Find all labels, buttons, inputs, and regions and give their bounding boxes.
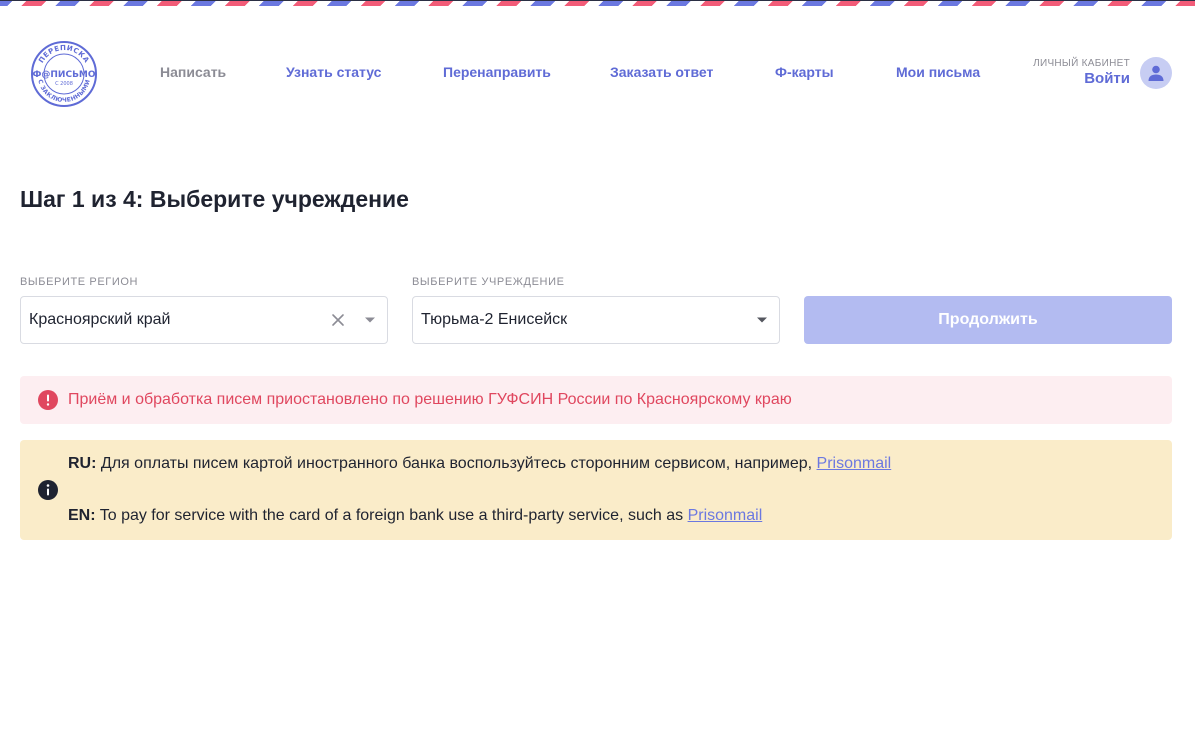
- caret-down-icon: [365, 317, 375, 323]
- airmail-border: [0, 0, 1195, 6]
- nav-redirect[interactable]: Перенаправить: [443, 64, 551, 80]
- institution-select-value: Тюрьма-2 Енисейск: [421, 311, 568, 328]
- account-block: ЛИЧНЫЙ КАБИНЕТ Войти: [1033, 56, 1172, 90]
- institution-dropdown-toggle[interactable]: [747, 307, 777, 333]
- prisonmail-link-en[interactable]: Prisonmail: [688, 507, 763, 524]
- info-alert: RU: Для оплаты писем картой иностранного…: [20, 440, 1172, 540]
- user-icon: [1148, 65, 1164, 81]
- info-en-text: To pay for service with the card of a fo…: [95, 507, 688, 524]
- info-line-en: EN: To pay for service with the card of …: [68, 507, 762, 525]
- region-label: ВЫБЕРИТЕ РЕГИОН: [20, 276, 139, 288]
- login-link[interactable]: Войти: [1033, 70, 1130, 88]
- region-clear-button[interactable]: [325, 307, 351, 333]
- close-icon: [332, 314, 344, 326]
- info-en-prefix: EN:: [68, 507, 96, 524]
- avatar[interactable]: [1140, 57, 1172, 89]
- region-select-value: Красноярский край: [29, 311, 171, 328]
- nav-f-cards[interactable]: Ф-карты: [775, 64, 834, 80]
- info-ru-text: Для оплаты писем картой иностранного бан…: [96, 455, 817, 472]
- region-dropdown-toggle[interactable]: [355, 307, 385, 333]
- error-icon: [38, 390, 58, 410]
- logo-year-text: С 2008: [55, 81, 73, 87]
- nav-my-letters[interactable]: Мои письма: [896, 64, 980, 80]
- info-ru-prefix: RU:: [68, 455, 97, 472]
- institution-label: ВЫБЕРИТЕ УЧРЕЖДЕНИЕ: [412, 276, 565, 288]
- account-label: ЛИЧНЫЙ КАБИНЕТ: [1033, 58, 1130, 69]
- site-logo[interactable]: ПЕРЕПИСКА С ЗАКЛЮЧЕННЫМИ Ф@ПИСЬМО С 2008: [28, 40, 100, 108]
- nav-order-reply[interactable]: Заказать ответ: [610, 64, 713, 80]
- error-alert: Приём и обработка писем приостановлено п…: [20, 376, 1172, 424]
- site-header: ПЕРЕПИСКА С ЗАКЛЮЧЕННЫМИ Ф@ПИСЬМО С 2008…: [0, 30, 1195, 114]
- caret-down-icon: [757, 317, 767, 323]
- logo-main-text: Ф@ПИСЬМО: [32, 70, 95, 80]
- error-alert-text: Приём и обработка писем приостановлено п…: [68, 391, 792, 408]
- continue-button[interactable]: Продолжить: [804, 296, 1172, 344]
- prisonmail-link-ru[interactable]: Prisonmail: [817, 455, 892, 472]
- logo-stamp-icon: ПЕРЕПИСКА С ЗАКЛЮЧЕННЫМИ Ф@ПИСЬМО С 2008: [31, 41, 97, 107]
- page-title: Шаг 1 из 4: Выберите учреждение: [20, 186, 409, 212]
- region-select[interactable]: Красноярский край: [20, 296, 388, 344]
- info-icon: [38, 480, 58, 500]
- nav-check-status[interactable]: Узнать статус: [286, 64, 381, 80]
- nav-write[interactable]: Написать: [160, 64, 226, 80]
- info-line-ru: RU: Для оплаты писем картой иностранного…: [68, 455, 891, 473]
- institution-select[interactable]: Тюрьма-2 Енисейск: [412, 296, 780, 344]
